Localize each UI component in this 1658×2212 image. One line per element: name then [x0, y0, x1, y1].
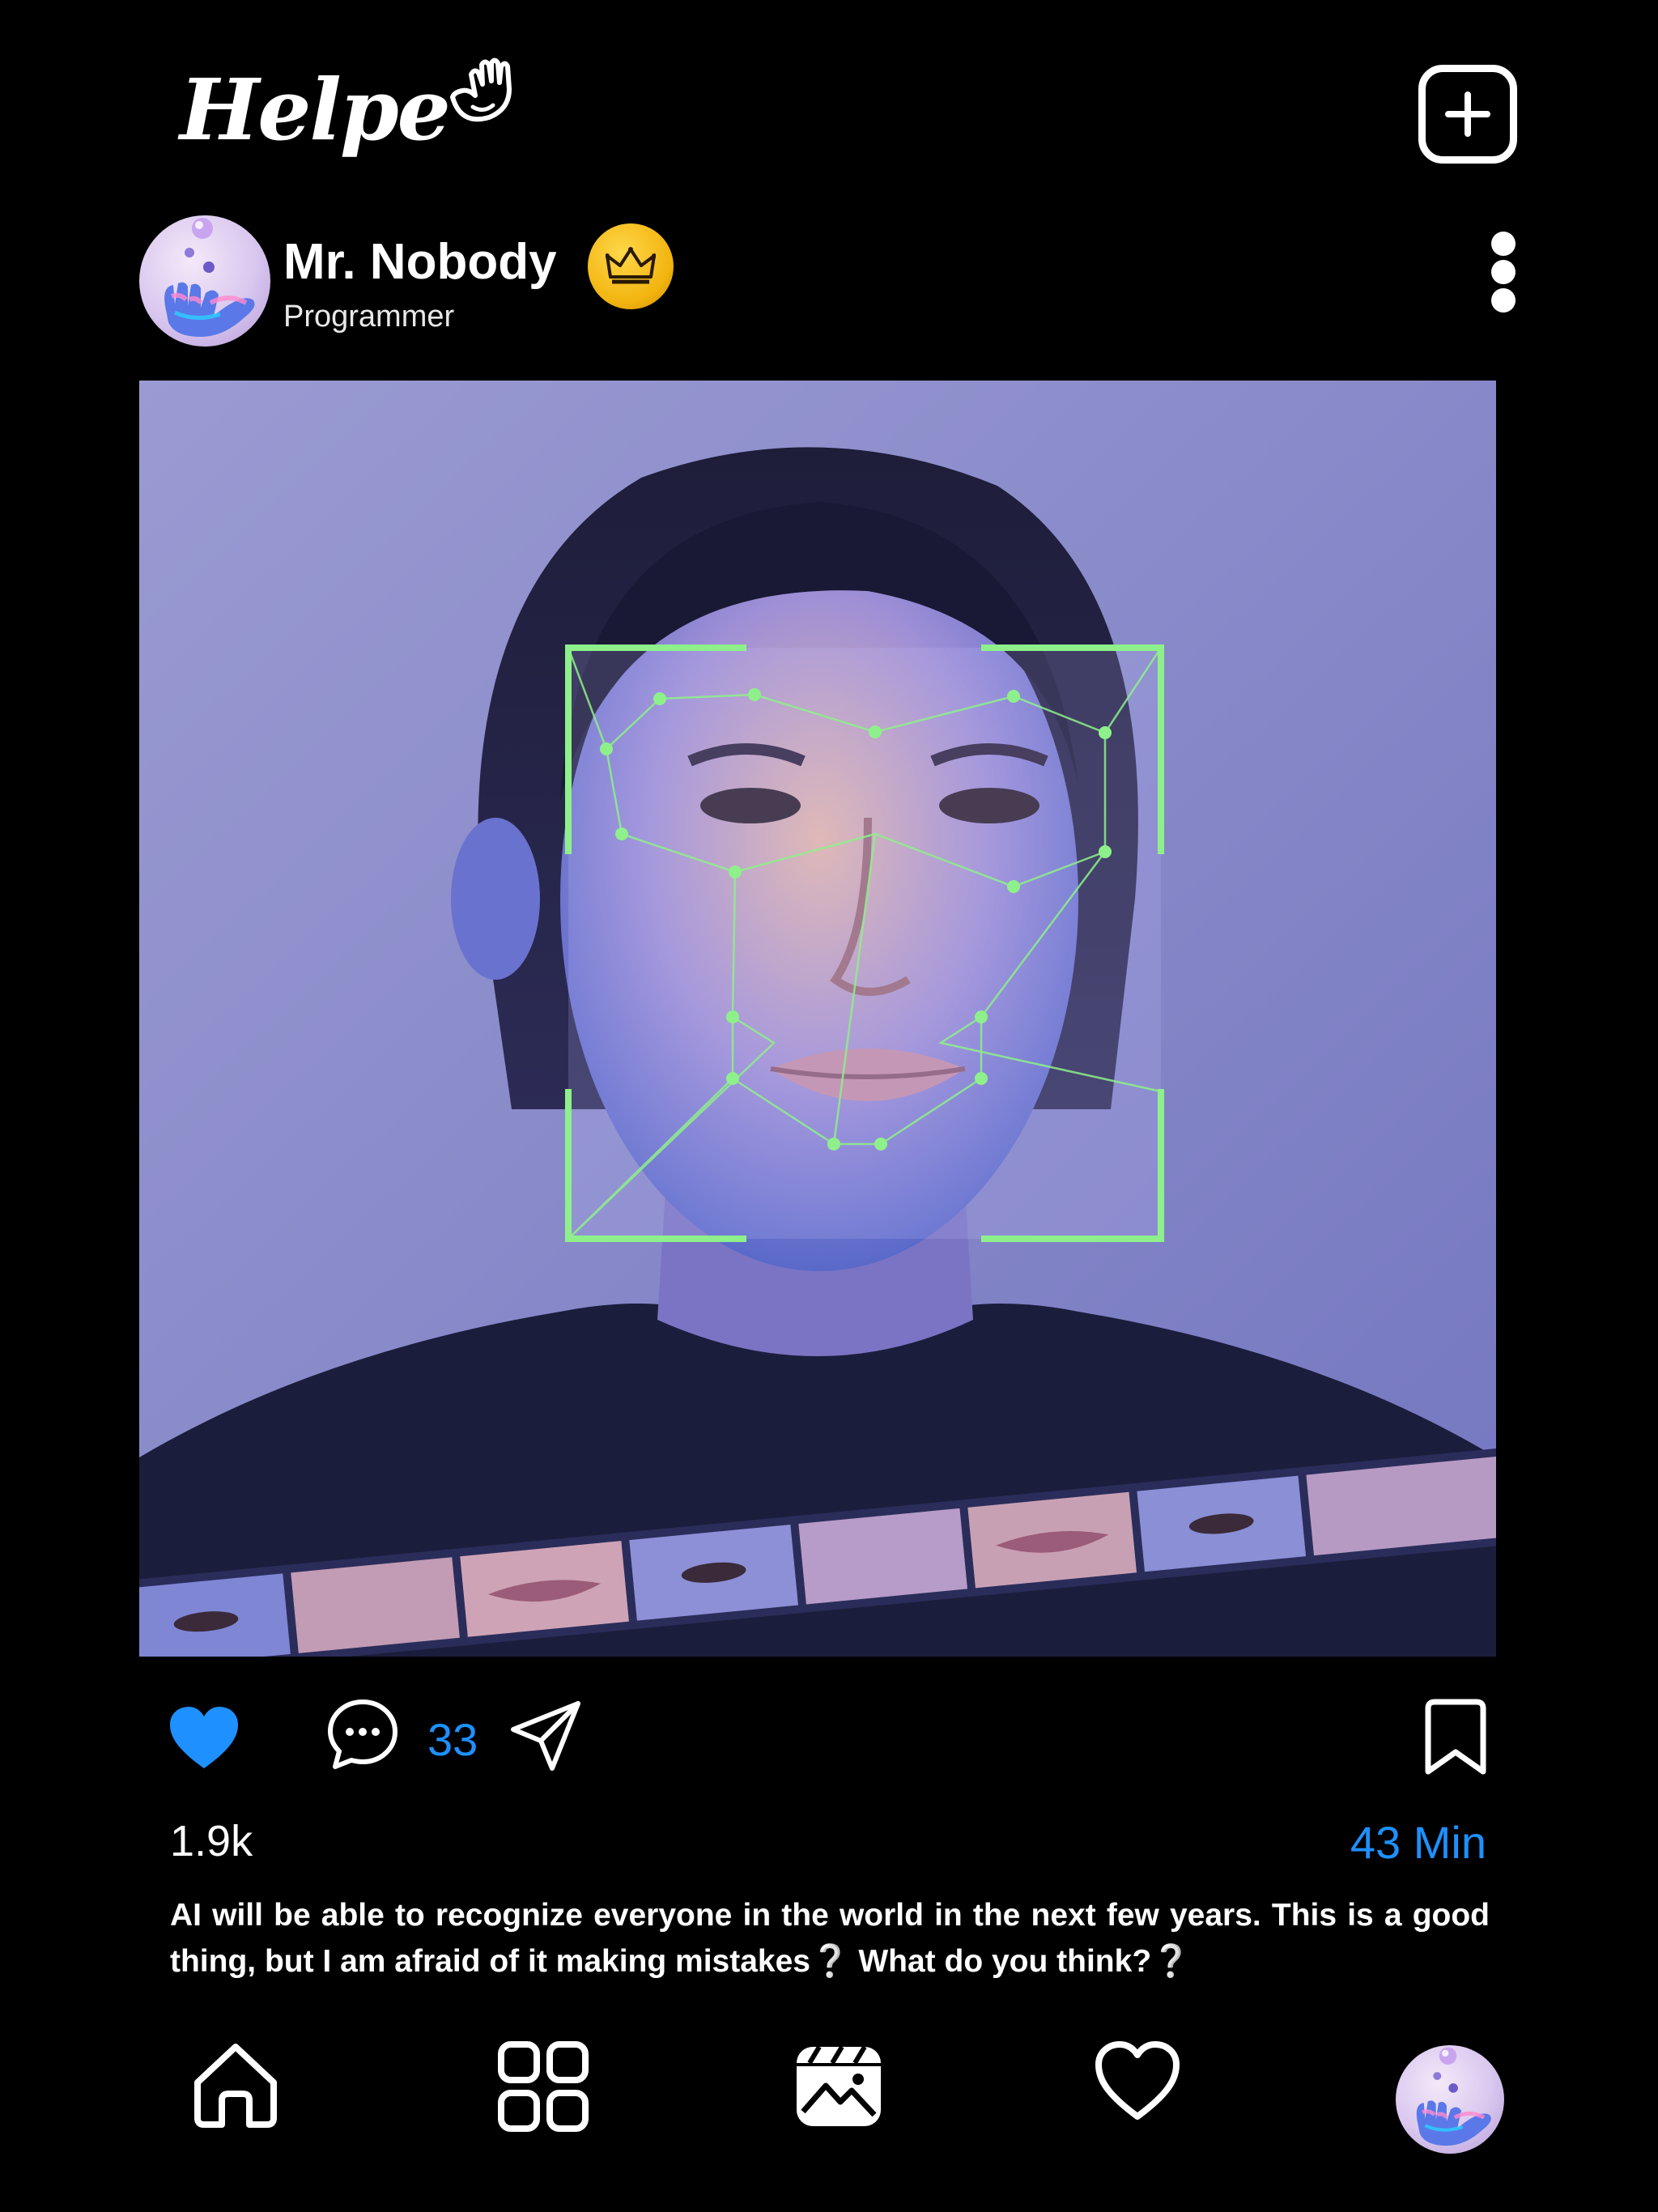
more-vertical-icon-dot — [1491, 288, 1516, 313]
heart-outline-icon — [1095, 2041, 1180, 2120]
chat-bubble-icon — [328, 1699, 397, 1769]
crown-icon — [606, 247, 656, 284]
bookmark-icon — [1425, 1699, 1486, 1775]
author-role: Programmer — [283, 300, 455, 334]
bottom-navigation — [0, 2024, 1658, 2186]
nav-profile-avatar[interactable] — [1396, 2045, 1504, 2154]
nav-grid[interactable] — [497, 2040, 589, 2133]
more-vertical-icon-dot — [1491, 232, 1516, 256]
comment-button[interactable] — [325, 1697, 400, 1776]
avatar-hand-art — [164, 218, 255, 337]
post-caption: AI will be able to recognize everyone in… — [170, 1898, 1490, 1979]
face-scan-illustration — [139, 381, 1496, 1657]
like-button[interactable] — [168, 1705, 240, 1774]
avatar-hand-art — [1416, 2047, 1491, 2146]
author-name[interactable]: Mr. Nobody — [283, 233, 557, 291]
nav-reels[interactable] — [795, 2040, 882, 2129]
nav-home[interactable] — [191, 2040, 280, 2131]
app-logo: Helpe — [180, 57, 517, 162]
app-screen: Helpe Mr. Nobody Programmer 33 1.9k 43 M… — [0, 0, 1658, 2212]
more-options-button[interactable] — [1467, 232, 1540, 313]
grid-icon — [498, 2041, 589, 2132]
post-actions: 33 — [139, 1692, 1496, 1781]
heart-filled-icon — [170, 1707, 238, 1768]
nav-activity[interactable] — [1095, 2040, 1180, 2121]
likes-count[interactable]: 1.9k — [170, 1816, 253, 1866]
post-image[interactable] — [139, 381, 1496, 1657]
author-avatar[interactable] — [139, 215, 270, 347]
post-header: Mr. Nobody Programmer — [139, 215, 1519, 348]
post-timestamp: 43 Min — [1350, 1817, 1486, 1868]
share-button[interactable] — [508, 1699, 583, 1777]
waving-hand-icon — [449, 57, 512, 122]
new-post-button[interactable] — [1418, 65, 1517, 164]
crown-badge-icon — [588, 223, 674, 309]
paper-plane-icon — [511, 1701, 580, 1771]
bookmark-button[interactable] — [1425, 1699, 1486, 1780]
logo-text: Helpe — [180, 59, 451, 160]
comment-count: 33 — [427, 1714, 478, 1765]
home-icon — [194, 2044, 277, 2128]
more-vertical-icon-dot — [1491, 260, 1516, 284]
clapperboard-icon — [797, 2045, 881, 2126]
plus-icon — [1445, 91, 1490, 137]
